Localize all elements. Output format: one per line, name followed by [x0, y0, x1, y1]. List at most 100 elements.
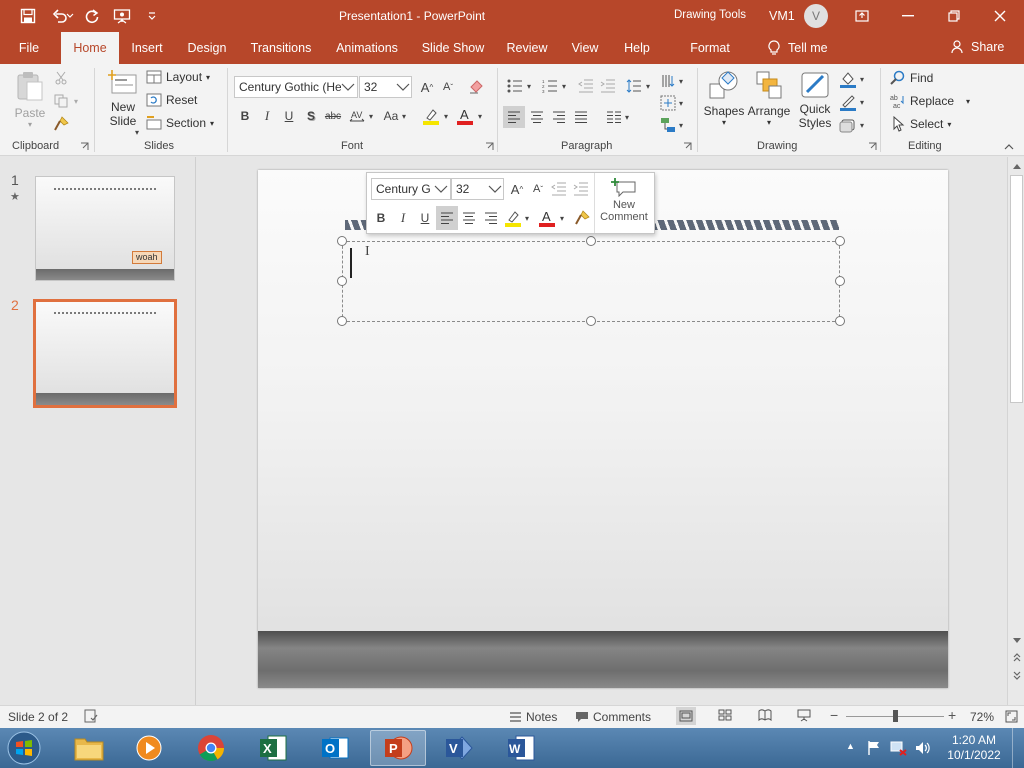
volume-icon[interactable]: [914, 740, 932, 756]
mini-decrease-indent-icon[interactable]: [549, 179, 569, 199]
mini-underline-button[interactable]: U: [415, 208, 435, 228]
bold-button[interactable]: B: [235, 106, 255, 126]
increase-indent-icon[interactable]: [598, 76, 618, 96]
network-icon[interactable]: [890, 740, 908, 756]
resize-handle-top[interactable]: [586, 236, 596, 246]
show-desktop-button[interactable]: [1012, 728, 1024, 768]
zoom-in-icon[interactable]: +: [948, 707, 956, 723]
shape-outline-dropdown-icon[interactable]: ▾: [857, 92, 867, 112]
avatar[interactable]: V: [804, 4, 828, 28]
tab-slide-show[interactable]: Slide Show: [418, 32, 488, 64]
format-painter-icon[interactable]: [51, 114, 71, 134]
columns-icon[interactable]: [604, 107, 624, 127]
scroll-up-icon[interactable]: [1010, 160, 1023, 173]
ribbon-display-options-icon[interactable]: [852, 6, 872, 26]
find-button[interactable]: Find: [890, 70, 933, 86]
presentation-mode-icon[interactable]: [112, 6, 132, 26]
change-case-dropdown-icon[interactable]: ▾: [399, 106, 409, 126]
new-slide-dropdown-icon[interactable]: ▾: [132, 122, 142, 142]
mini-align-left-button[interactable]: [436, 206, 458, 230]
paste-button[interactable]: Paste ▾: [12, 70, 48, 134]
paragraph-launcher-icon[interactable]: [681, 140, 693, 152]
resize-handle-right[interactable]: [835, 276, 845, 286]
taskbar-visio[interactable]: V: [434, 730, 484, 766]
minimize-icon[interactable]: [898, 6, 918, 26]
zoom-slider[interactable]: [846, 710, 944, 722]
clear-formatting-icon[interactable]: [466, 77, 486, 97]
quick-styles-button[interactable]: Quick Styles: [792, 70, 838, 142]
copy-icon[interactable]: [51, 91, 71, 111]
strikethrough-button[interactable]: abc: [323, 106, 343, 126]
collapse-ribbon-icon[interactable]: [1002, 140, 1016, 154]
highlight-color-icon[interactable]: [421, 106, 441, 126]
vertical-scrollbar[interactable]: [1007, 157, 1024, 705]
shape-effects-icon[interactable]: [838, 115, 858, 135]
tab-review[interactable]: Review: [502, 32, 552, 64]
slide-show-icon[interactable]: [797, 709, 813, 723]
slide-thumbnail-2[interactable]: [33, 299, 177, 408]
resize-handle-top-left[interactable]: [337, 236, 347, 246]
scroll-down-icon[interactable]: [1010, 634, 1023, 647]
accessibility-check-icon[interactable]: [84, 709, 98, 723]
shape-fill-dropdown-icon[interactable]: ▾: [857, 69, 867, 89]
numbering-icon[interactable]: 123: [540, 76, 560, 96]
highlight-dropdown-icon[interactable]: ▾: [441, 106, 451, 126]
mini-italic-button[interactable]: I: [393, 208, 413, 228]
drawing-launcher-icon[interactable]: [866, 140, 878, 152]
reading-view-icon[interactable]: [758, 709, 774, 723]
resize-handle-bottom-left[interactable]: [337, 316, 347, 326]
redo-icon[interactable]: [82, 6, 102, 26]
close-icon[interactable]: [990, 6, 1010, 26]
justify-button[interactable]: [571, 107, 591, 127]
font-name-combo[interactable]: Century Gothic (He: [234, 76, 358, 98]
font-color-icon[interactable]: A: [455, 106, 475, 126]
mini-highlight-icon[interactable]: [503, 208, 523, 228]
arrange-button[interactable]: Arrange ▾: [747, 70, 791, 140]
tab-help[interactable]: Help: [618, 32, 656, 64]
cut-icon[interactable]: [51, 68, 71, 88]
text-direction-icon[interactable]: [658, 71, 678, 91]
normal-view-button[interactable]: [676, 707, 696, 725]
taskbar-outlook[interactable]: O: [310, 730, 360, 766]
comments-button[interactable]: Comments: [575, 710, 651, 724]
zoom-level[interactable]: 72%: [970, 710, 994, 724]
chevron-down-icon[interactable]: [341, 82, 355, 92]
notes-button[interactable]: Notes: [509, 710, 557, 724]
tab-design[interactable]: Design: [182, 32, 232, 64]
restore-icon[interactable]: [944, 6, 964, 26]
mini-align-center-button[interactable]: [459, 208, 479, 228]
fit-to-window-icon[interactable]: [1005, 710, 1019, 724]
tell-me-search[interactable]: Tell me: [768, 40, 828, 56]
layout-button[interactable]: Layout ▾: [146, 70, 210, 84]
tab-view[interactable]: View: [566, 32, 604, 64]
shape-outline-icon[interactable]: [838, 92, 858, 112]
align-text-icon[interactable]: [658, 93, 678, 113]
replace-button[interactable]: ab ac Replace ▾: [890, 93, 970, 109]
customize-quick-access-icon[interactable]: [142, 6, 162, 26]
tab-animations[interactable]: Animations: [330, 32, 404, 64]
align-left-button[interactable]: [503, 106, 525, 128]
show-hidden-icons-icon[interactable]: ▲: [846, 741, 855, 751]
scroll-thumb[interactable]: [1010, 175, 1023, 403]
user-name[interactable]: VM1: [769, 9, 795, 23]
character-spacing-dropdown-icon[interactable]: ▾: [366, 106, 376, 126]
chevron-down-icon[interactable]: [488, 184, 502, 194]
tab-format[interactable]: Format: [682, 32, 738, 64]
select-button[interactable]: Select ▾: [890, 116, 951, 132]
reset-button[interactable]: Reset: [146, 93, 197, 107]
mini-align-right-button[interactable]: [481, 208, 501, 228]
smartart-dropdown-icon[interactable]: ▾: [676, 115, 686, 135]
mini-format-painter-icon[interactable]: [572, 208, 592, 228]
action-center-flag-icon[interactable]: [866, 740, 882, 756]
resize-handle-bottom-right[interactable]: [835, 316, 845, 326]
smartart-icon[interactable]: [658, 115, 678, 135]
taskbar-word[interactable]: W: [496, 730, 546, 766]
new-comment-button[interactable]: New Comment: [596, 177, 652, 231]
align-center-button[interactable]: [527, 107, 547, 127]
resize-handle-left[interactable]: [337, 276, 347, 286]
taskbar-powerpoint[interactable]: P: [370, 730, 426, 766]
chevron-down-icon[interactable]: [396, 82, 410, 92]
zoom-out-icon[interactable]: −: [830, 707, 838, 723]
clipboard-launcher-icon[interactable]: [78, 140, 90, 152]
chevron-down-icon[interactable]: [434, 184, 448, 194]
